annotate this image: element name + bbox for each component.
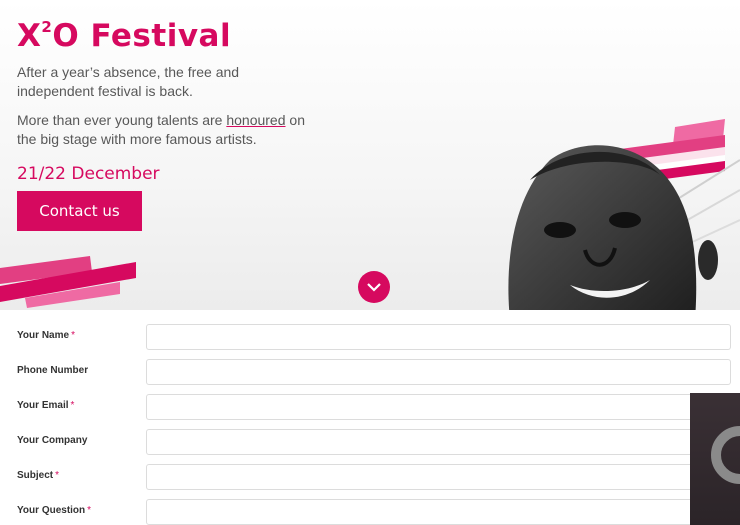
page-title: X2O Festival — [17, 18, 231, 54]
title-superscript: 2 — [41, 17, 53, 36]
company-input[interactable] — [146, 429, 731, 455]
ring-logo-icon — [711, 426, 740, 484]
talent-paragraph-start: More than ever young talents are — [17, 112, 227, 128]
intro-paragraph: After a year’s absence, the free and ind… — [17, 64, 240, 99]
chevron-down-icon — [367, 283, 381, 292]
email-input[interactable] — [146, 394, 731, 420]
form-row-question: Your Question * — [0, 499, 740, 525]
company-label: Your Company — [17, 435, 88, 446]
honoured-link[interactable]: honoured — [226, 112, 285, 128]
email-label: Your Email * — [17, 400, 75, 411]
phone-label: Phone Number — [17, 365, 89, 376]
subject-label: Subject * — [17, 470, 60, 481]
required-marker: * — [87, 505, 92, 516]
title-x: X — [17, 18, 42, 54]
form-row-phone: Phone Number — [0, 359, 740, 385]
form-row-name: Your Name * — [0, 324, 740, 350]
artist-photo — [508, 145, 740, 310]
form-row-subject: Subject * — [0, 464, 740, 490]
name-label: Your Name * — [17, 330, 75, 341]
form-row-company: Your Company — [0, 429, 740, 455]
required-marker: * — [71, 330, 75, 341]
hero-section: X2O Festival After a year’s absence, the… — [0, 0, 740, 310]
scroll-down-button[interactable] — [358, 271, 390, 303]
question-input[interactable] — [146, 499, 731, 525]
question-label: Your Question * — [17, 505, 92, 516]
form-row-email: Your Email * — [0, 394, 740, 420]
decorative-stripes-bottom-left — [0, 256, 136, 308]
talent-paragraph: More than ever young talents are honoure… — [17, 111, 317, 149]
subject-input[interactable] — [146, 464, 731, 490]
phone-input[interactable] — [146, 359, 731, 385]
required-marker: * — [55, 470, 60, 481]
title-rest: O Festival — [52, 18, 232, 54]
event-date: 21/22 December — [17, 164, 160, 184]
required-marker: * — [70, 400, 75, 411]
contact-us-button[interactable]: Contact us — [17, 191, 142, 231]
name-input[interactable] — [146, 324, 731, 350]
video-thumbnail[interactable] — [690, 393, 740, 525]
